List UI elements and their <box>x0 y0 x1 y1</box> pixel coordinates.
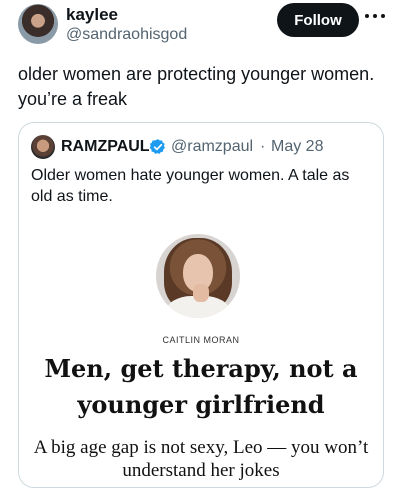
quoted-text: Older women hate younger women. A tale a… <box>31 167 350 205</box>
tweet-text: older women are protecting younger women… <box>18 64 375 109</box>
quoted-tweet[interactable]: RAMZPAUL @ramzpaul · May 28 Older women … <box>18 122 384 488</box>
author-name[interactable]: kaylee <box>66 5 118 25</box>
article-standfirst: A big age gap is not sexy, Leo — you won… <box>33 437 369 481</box>
tweet: kaylee @sandraohisgod Follow older women… <box>0 0 402 500</box>
meta-separator: · <box>260 138 266 155</box>
quoted-author-handle[interactable]: @ramzpaul <box>171 138 253 156</box>
article-author: CAITLIN MORAN <box>162 335 240 345</box>
follow-button[interactable]: Follow <box>277 3 359 37</box>
verified-badge-icon <box>149 139 165 154</box>
author-handle[interactable]: @sandraohisgod <box>66 26 187 44</box>
quoted-date[interactable]: May 28 <box>271 138 323 156</box>
article-author-photo <box>156 234 240 318</box>
article-headline: Men, get therapy, not a younger girlfrie… <box>44 354 358 419</box>
quoted-avatar[interactable] <box>31 135 55 159</box>
more-horizontal-icon[interactable] <box>365 10 385 22</box>
quoted-author-name[interactable]: RAMZPAUL <box>61 138 150 156</box>
avatar[interactable] <box>18 4 58 44</box>
